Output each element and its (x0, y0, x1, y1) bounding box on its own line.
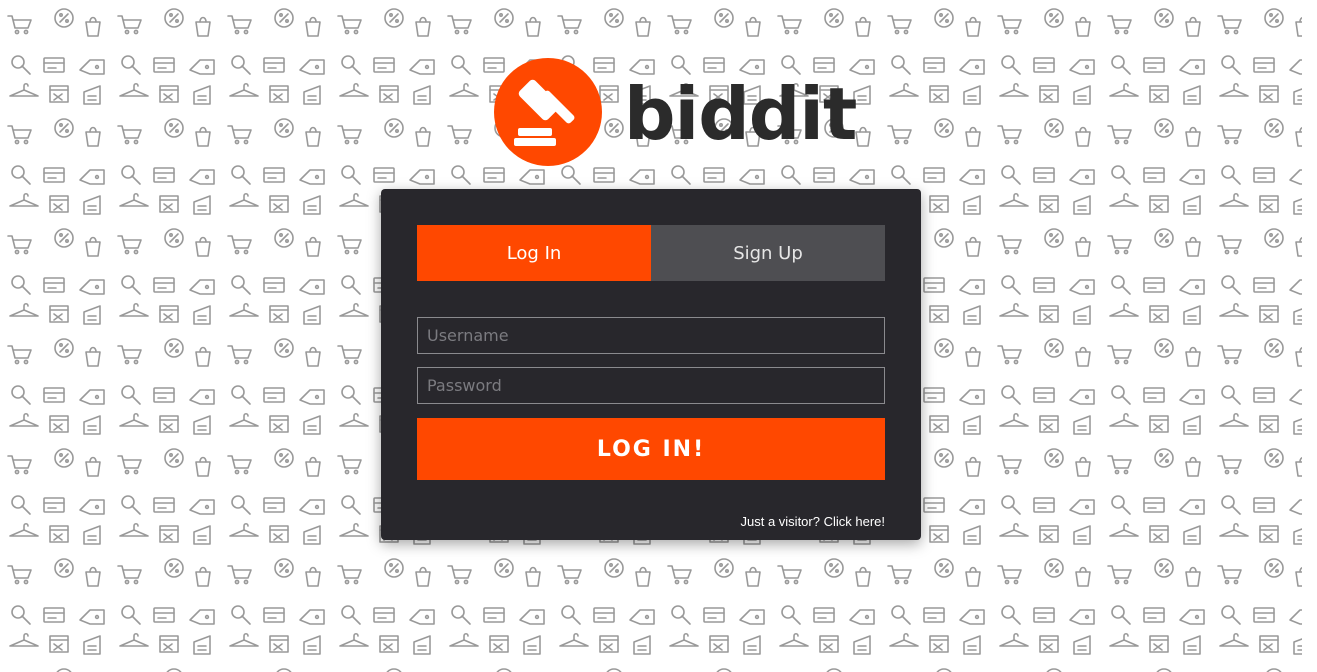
gavel-icon (494, 58, 602, 166)
login-submit-button[interactable]: LOG IN! (417, 418, 885, 480)
tab-sign-up[interactable]: Sign Up (651, 225, 885, 281)
biddit-logo: biddit (494, 58, 857, 166)
username-input[interactable] (417, 317, 885, 354)
brand-wordmark: biddit (624, 72, 857, 156)
scrollbar-gutter (1302, 0, 1317, 672)
auth-tabs: Log In Sign Up (417, 225, 885, 281)
visitor-link[interactable]: Just a visitor? Click here! (741, 514, 886, 529)
password-input[interactable] (417, 367, 885, 404)
tab-log-in[interactable]: Log In (417, 225, 651, 281)
login-card: Log In Sign Up LOG IN! Just a visitor? C… (381, 189, 921, 540)
